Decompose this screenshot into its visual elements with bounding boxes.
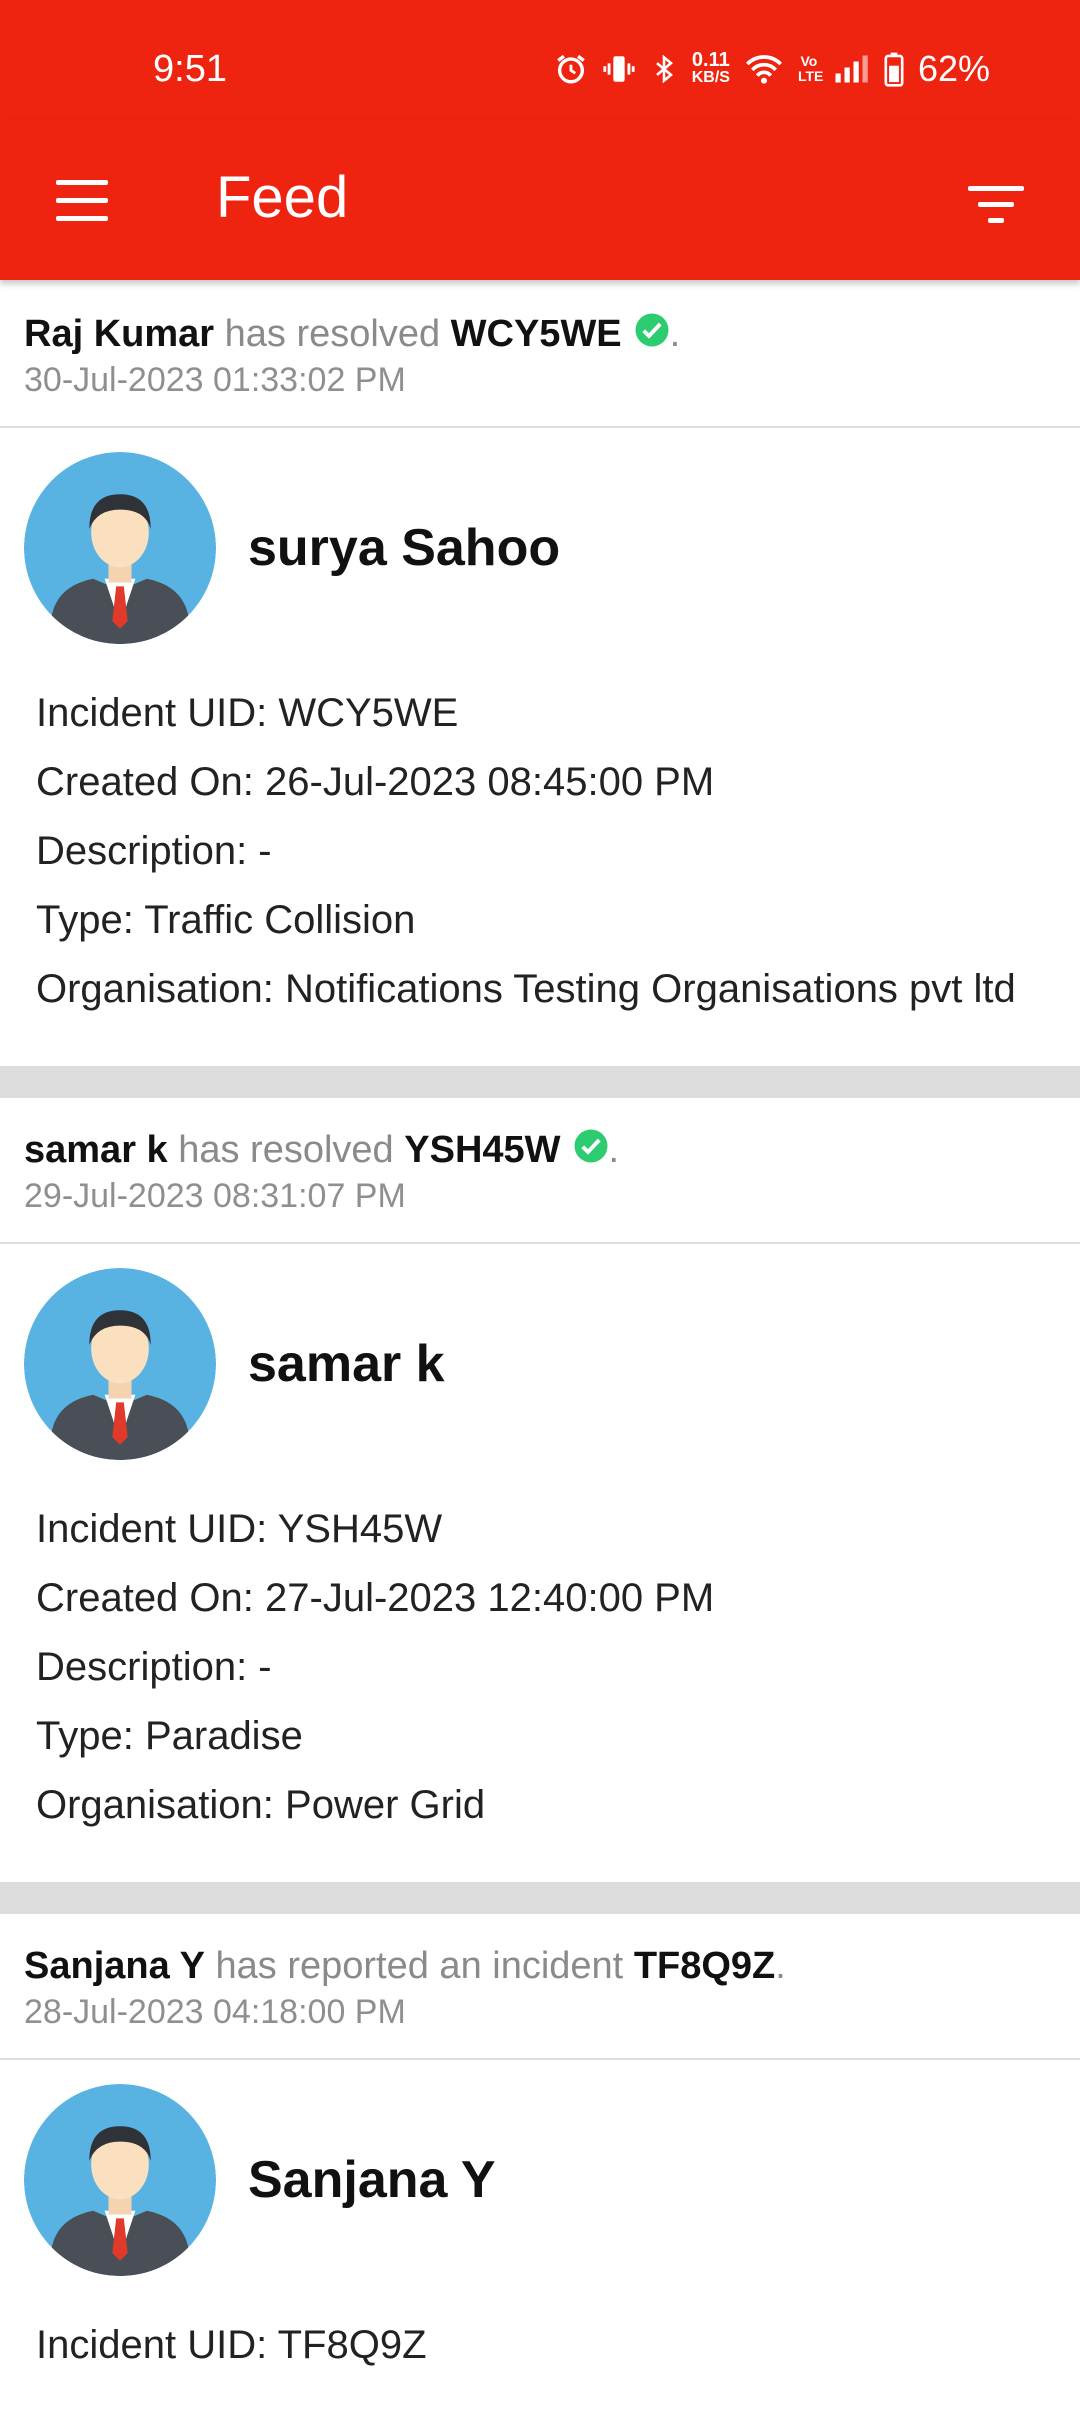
avatar xyxy=(24,452,216,644)
activity-uid[interactable]: YSH45W xyxy=(404,1129,560,1171)
bluetooth-icon xyxy=(655,54,673,84)
incident-uid: Incident UID: YSH45W xyxy=(36,1507,443,1551)
hamburger-menu-icon[interactable] xyxy=(52,176,112,226)
incident-created-on: Created On: 27-Jul-2023 12:40:00 PM xyxy=(36,1576,715,1620)
reporter-name: samar k xyxy=(248,1335,445,1393)
activity-actor[interactable]: Raj Kumar xyxy=(24,313,214,355)
activity-suffix: . xyxy=(608,1129,620,1171)
activity-verb: has resolved xyxy=(224,313,441,355)
activity-timestamp: 28-Jul-2023 04:18:00 PM xyxy=(24,1993,406,2031)
status-time: 9:51 xyxy=(153,48,227,90)
battery-percent: 62% xyxy=(917,48,990,89)
vibrate-icon xyxy=(603,56,635,82)
net-speed: 0.11 KB/S xyxy=(691,49,730,86)
card-header: samar k xyxy=(24,1268,1056,1460)
card-header: surya Sahoo xyxy=(24,452,1056,644)
feed-separator xyxy=(0,1066,1080,1098)
avatar xyxy=(24,2084,216,2276)
status-icons: 0.11 KB/S Vo LTE 62% xyxy=(554,48,990,90)
incident-description: Description: - xyxy=(36,829,272,873)
activity-actor[interactable]: samar k xyxy=(24,1129,168,1171)
app-bar: Feed xyxy=(0,120,1080,280)
activity-header: samar k has resolved YSH45W. 29-Jul-2023… xyxy=(0,1098,1080,1244)
incident-card[interactable]: surya Sahoo Incident UID: WCY5WE Created… xyxy=(0,428,1080,1066)
activity-line: Sanjana Y has reported an incident TF8Q9… xyxy=(24,1942,1056,1990)
activity-verb: has resolved xyxy=(178,1129,394,1171)
activity-verb: has reported an incident xyxy=(215,1945,624,1987)
reporter-name: surya Sahoo xyxy=(248,519,561,577)
activity-line: samar k has resolved YSH45W. xyxy=(24,1126,1056,1174)
incident-card[interactable]: Sanjana Y Incident UID: TF8Q9Z xyxy=(0,2060,1080,2422)
feed-separator xyxy=(0,1882,1080,1914)
activity-line: Raj Kumar has resolved WCY5WE. xyxy=(24,310,1056,358)
incident-description: Description: - xyxy=(36,1645,272,1689)
activity-suffix: . xyxy=(775,1945,786,1987)
incident-type: Type: Traffic Collision xyxy=(36,898,416,942)
person-avatar-icon xyxy=(24,2084,216,2276)
activity-actor[interactable]: Sanjana Y xyxy=(24,1945,205,1987)
reporter-name: Sanjana Y xyxy=(248,2151,496,2209)
incident-organisation: Organisation: Power Grid xyxy=(36,1783,486,1827)
activity-uid[interactable]: WCY5WE xyxy=(451,313,622,355)
filter-icon[interactable] xyxy=(968,180,1028,228)
signal-icon xyxy=(835,55,868,83)
activity-uid[interactable]: TF8Q9Z xyxy=(634,1945,775,1987)
alarm-icon xyxy=(556,54,585,84)
incident-type: Type: Paradise xyxy=(36,1714,303,1758)
activity-timestamp: 29-Jul-2023 08:31:07 PM xyxy=(24,1177,406,1215)
resolved-check-icon xyxy=(635,313,669,347)
wifi-icon xyxy=(745,55,782,84)
incident-details: Incident UID: WCY5WE Created On: 26-Jul-… xyxy=(24,682,1056,1020)
activity-header: Sanjana Y has reported an incident TF8Q9… xyxy=(0,1914,1080,2060)
incident-uid: Incident UID: WCY5WE xyxy=(36,691,459,735)
incident-created-on: Created On: 26-Jul-2023 08:45:00 PM xyxy=(36,760,715,804)
battery-icon xyxy=(884,52,904,87)
volte-label: Vo LTE xyxy=(797,53,824,84)
incident-card[interactable]: samar k Incident UID: YSH45W Created On:… xyxy=(0,1244,1080,1882)
person-avatar-icon xyxy=(24,452,216,644)
activity-timestamp: 30-Jul-2023 01:33:02 PM xyxy=(24,361,406,399)
feed-item[interactable]: samar k has resolved YSH45W. 29-Jul-2023… xyxy=(0,1098,1080,1882)
feed-item[interactable]: Sanjana Y has reported an incident TF8Q9… xyxy=(0,1914,1080,2422)
feed-list: Raj Kumar has resolved WCY5WE. 30-Jul-20… xyxy=(0,282,1080,2422)
incident-details: Incident UID: YSH45W Created On: 27-Jul-… xyxy=(24,1498,1056,1836)
incident-organisation: Organisation: Notifications Testing Orga… xyxy=(36,967,1016,1011)
activity-header: Raj Kumar has resolved WCY5WE. 30-Jul-20… xyxy=(0,282,1080,428)
incident-uid: Incident UID: TF8Q9Z xyxy=(36,2323,427,2367)
avatar xyxy=(24,1268,216,1460)
feed-item[interactable]: Raj Kumar has resolved WCY5WE. 30-Jul-20… xyxy=(0,282,1080,1066)
incident-details: Incident UID: TF8Q9Z xyxy=(24,2314,1056,2376)
page-title: Feed xyxy=(216,165,349,230)
person-avatar-icon xyxy=(24,1268,216,1460)
resolved-check-icon xyxy=(574,1129,608,1163)
card-header: Sanjana Y xyxy=(24,2084,1056,2276)
activity-suffix: . xyxy=(669,313,681,355)
